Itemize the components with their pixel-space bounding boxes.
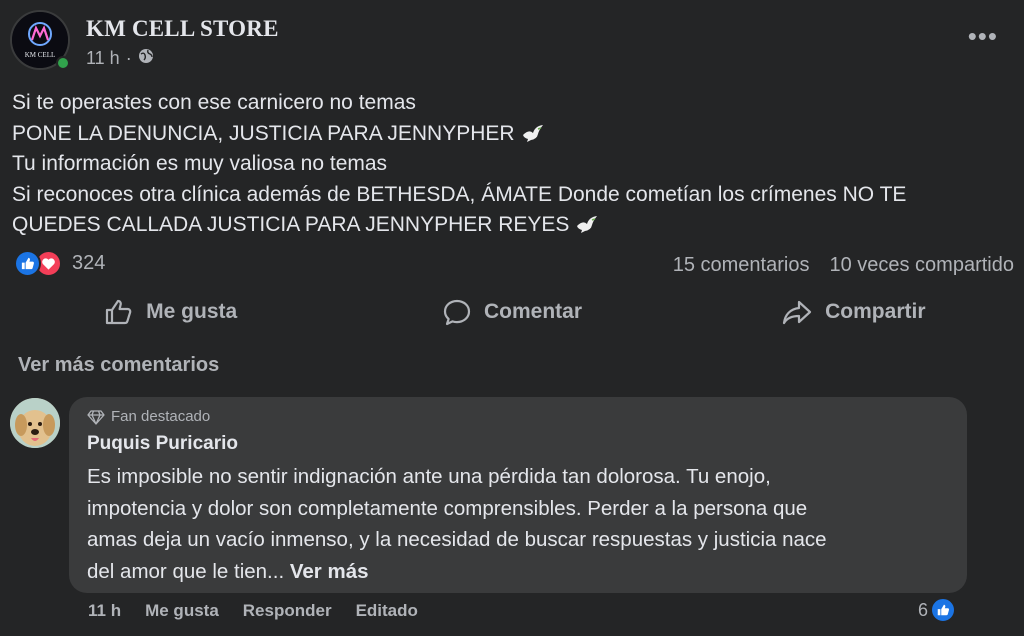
comment-like-link[interactable]: Me gusta (145, 601, 219, 621)
comment-text: Es imposible no sentir indignación ante … (87, 461, 949, 587)
globe-icon (138, 48, 154, 69)
page-name[interactable]: KM CELL STORE (86, 16, 279, 42)
comment-button[interactable]: Comentar (341, 290, 682, 334)
post-meta: 11 h · (86, 48, 154, 69)
more-options-button[interactable]: ••• (968, 23, 998, 49)
shares-count-link[interactable]: 10 veces compartido (829, 254, 1014, 277)
comment-edited-label[interactable]: Editado (356, 601, 418, 621)
dove-icon (577, 216, 598, 233)
share-button[interactable]: Compartir (683, 290, 1024, 334)
top-fan-label: Fan destacado (111, 408, 211, 425)
post-line: Tu información es muy valiosa no temas (12, 152, 388, 175)
view-more-comments-link[interactable]: Ver más comentarios (18, 354, 219, 377)
commenter-name[interactable]: Puquis Puricario (87, 433, 949, 455)
comment-time[interactable]: 11 h (88, 601, 121, 621)
dove-icon (522, 124, 543, 142)
comments-count-link[interactable]: 15 comentarios (673, 254, 810, 277)
reaction-count: 324 (72, 252, 106, 274)
avatar-logo-text: KM CELL (25, 51, 56, 59)
post-action-bar: Me gusta Comentar Compartir (0, 290, 1024, 334)
post-message: Si te operastes con ese carnicero no tem… (12, 88, 1012, 241)
post-time[interactable]: 11 h (86, 48, 120, 69)
share-button-label: Compartir (825, 300, 926, 323)
comment-reaction-count: 6 (918, 599, 929, 620)
comment-bubble-icon (443, 299, 471, 326)
post-stats: 15 comentarios 10 veces compartido (673, 254, 1014, 277)
comment-button-label: Comentar (483, 300, 582, 323)
like-button-label: Me gusta (146, 300, 238, 323)
comment-footer: 11 h Me gusta Responder Editado (88, 601, 418, 621)
reactions-summary[interactable]: 324 (14, 250, 105, 277)
post-header: KM CELL KM CELL STORE 11 h · ••• (10, 10, 1024, 74)
comment-line: Es imposible no sentir indignación ante … (87, 465, 771, 488)
see-more-link[interactable]: Ver más (290, 560, 369, 583)
comment-reply-link[interactable]: Responder (243, 601, 332, 621)
diamond-icon (87, 409, 105, 425)
like-button[interactable]: Me gusta (0, 290, 341, 334)
post-line: Si reconoces otra clínica además de BETH… (12, 182, 907, 206)
online-status-indicator (56, 56, 70, 70)
post-line: PONE LA DENUNCIA, JUSTICIA PARA JENNYPHE… (12, 121, 515, 145)
comment-bubble: Fan destacado Puquis Puricario Es imposi… (69, 397, 967, 593)
comment-line: del amor que le tien... (87, 559, 285, 583)
post-line: QUEDES CALLADA JUSTICIA PARA JENNYPHER R… (12, 213, 570, 236)
post-line: Si te operastes con ese carnicero no tem… (12, 91, 416, 114)
share-arrow-icon (783, 300, 812, 325)
thumbs-up-icon (106, 299, 132, 325)
top-fan-badge[interactable]: Fan destacado (87, 408, 949, 425)
like-icon (930, 597, 957, 623)
comment-reactions[interactable]: 6 (918, 597, 957, 623)
like-icon (14, 250, 41, 277)
commenter-avatar[interactable] (10, 398, 60, 448)
comment-line: amas deja un vacío inmenso, y la necesid… (87, 528, 827, 551)
comment-line: impotencia y dolor son completamente com… (87, 496, 808, 520)
